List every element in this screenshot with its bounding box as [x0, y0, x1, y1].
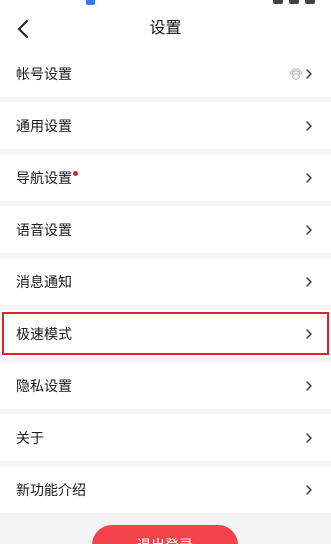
battery-icon: [305, 0, 315, 4]
row-label: 极速模式: [16, 326, 72, 343]
new-badge-dot: [73, 170, 78, 176]
row-voice-settings[interactable]: 语音设置: [0, 206, 331, 253]
row-general-settings[interactable]: 通用设置: [0, 102, 331, 149]
chevron-right-icon: [306, 484, 312, 495]
chevron-right-icon: [306, 328, 312, 339]
row-message-notifications[interactable]: 消息通知: [0, 258, 331, 305]
row-account-settings[interactable]: 帐号设置: [0, 50, 331, 97]
page-title: 设置: [149, 18, 182, 37]
notification-icon: [86, 0, 95, 5]
row-label: 关于: [16, 430, 44, 447]
row-new-features[interactable]: 新功能介绍: [0, 466, 331, 513]
chevron-right-icon: [306, 432, 312, 443]
back-button[interactable]: [8, 14, 38, 44]
row-privacy-settings[interactable]: 隐私设置: [0, 362, 331, 409]
back-arrow-icon: [18, 20, 28, 38]
status-icons: [273, 0, 315, 4]
wifi-icon: [289, 0, 299, 4]
row-label: 通用设置: [16, 118, 72, 135]
paw-icon: [289, 67, 303, 80]
row-label: 消息通知: [16, 274, 72, 291]
header: 设置: [0, 6, 331, 50]
chevron-right-icon: [306, 224, 312, 235]
row-navigation-settings[interactable]: 导航设置: [0, 154, 331, 201]
row-about[interactable]: 关于: [0, 414, 331, 461]
row-label-text: 导航设置: [16, 170, 72, 187]
settings-screen: 设置 帐号设置 通用设置 导航设置 语音设置 消息通知 极速模式 隐私设置 关于…: [0, 0, 331, 544]
row-label: 导航设置: [16, 168, 305, 188]
row-label: 语音设置: [16, 222, 72, 239]
row-label: 帐号设置: [16, 66, 72, 83]
row-label: 隐私设置: [16, 378, 72, 395]
chevron-right-icon: [306, 68, 312, 79]
settings-list: 帐号设置 通用设置 导航设置 语音设置 消息通知 极速模式 隐私设置 关于 新功…: [0, 50, 331, 513]
chevron-right-icon: [306, 276, 312, 287]
row-speed-mode[interactable]: 极速模式: [0, 310, 331, 357]
chevron-right-icon: [306, 120, 312, 131]
row-label: 新功能介绍: [16, 482, 86, 499]
chevron-right-icon: [306, 380, 312, 391]
signal-icon: [273, 0, 283, 4]
logout-button[interactable]: 退出登录: [92, 525, 238, 544]
chevron-right-icon: [306, 172, 312, 183]
